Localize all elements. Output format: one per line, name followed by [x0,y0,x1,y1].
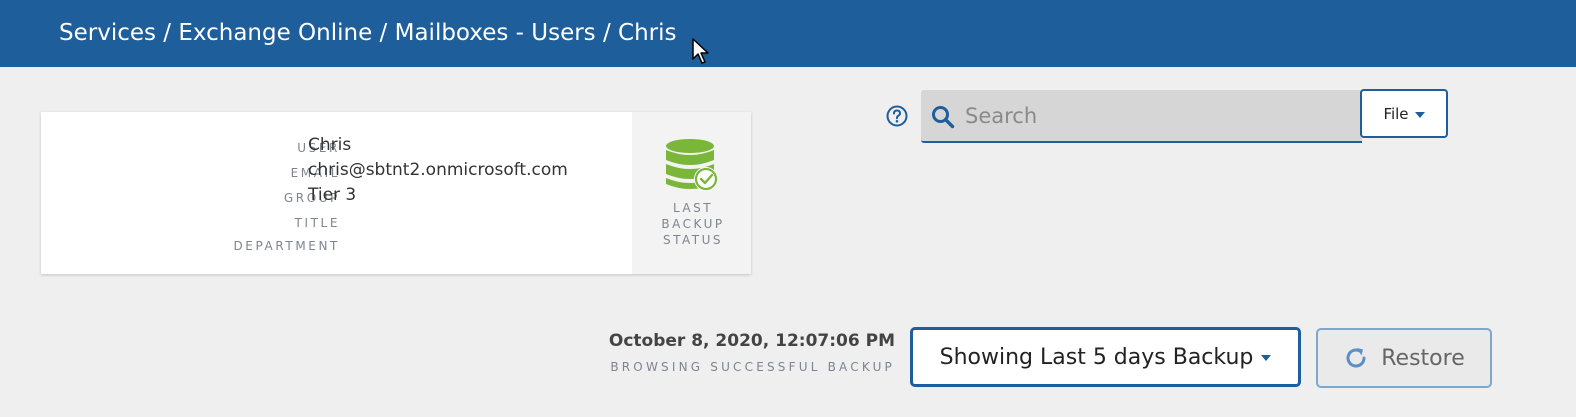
top-header-bar: Services / Exchange Online / Mailboxes -… [0,0,1576,67]
status-label-line-1: LAST [672,201,714,215]
status-label-line-2: BACKUP [661,217,725,231]
search-input[interactable] [965,98,1355,134]
backup-range-dropdown[interactable]: Showing Last 5 days Backup [910,327,1301,387]
mouse-cursor-icon [692,38,709,64]
search-icon [932,106,955,129]
restore-button[interactable]: Restore [1316,328,1492,388]
search-box[interactable] [921,90,1362,143]
backup-date: October 8, 2020, 12:07:06 PM [608,331,895,351]
department-label: DEPARTMENT [233,239,340,253]
backup-subtitle: BROWSING SUCCESSFUL BACKUP [610,360,895,374]
database-check-icon [666,139,718,191]
restore-label: Restore [1381,345,1465,371]
user-info-card: USER EMAIL GROUP TITLE DEPARTMENT Chris … [41,112,751,274]
file-menu-label: File [1383,104,1409,123]
status-label-line-3: STATUS [662,233,724,247]
user-value: Chris [308,135,352,155]
last-backup-status-panel[interactable]: LAST BACKUP STATUS [632,112,751,274]
group-value: Tier 3 [308,185,357,205]
email-value: chris@sbtnt2.onmicrosoft.com [308,160,568,180]
file-menu-button[interactable]: File [1360,89,1448,138]
chevron-down-icon [1414,111,1425,118]
breadcrumb: Services / Exchange Online / Mailboxes -… [59,20,677,46]
last-backup-status-label: LAST BACKUP STATUS [632,200,751,248]
title-label: TITLE [294,216,340,230]
refresh-icon [1346,348,1366,368]
backup-range-label: Showing Last 5 days Backup [939,344,1254,370]
chevron-down-icon [1261,355,1272,361]
help-icon[interactable] [886,105,908,127]
